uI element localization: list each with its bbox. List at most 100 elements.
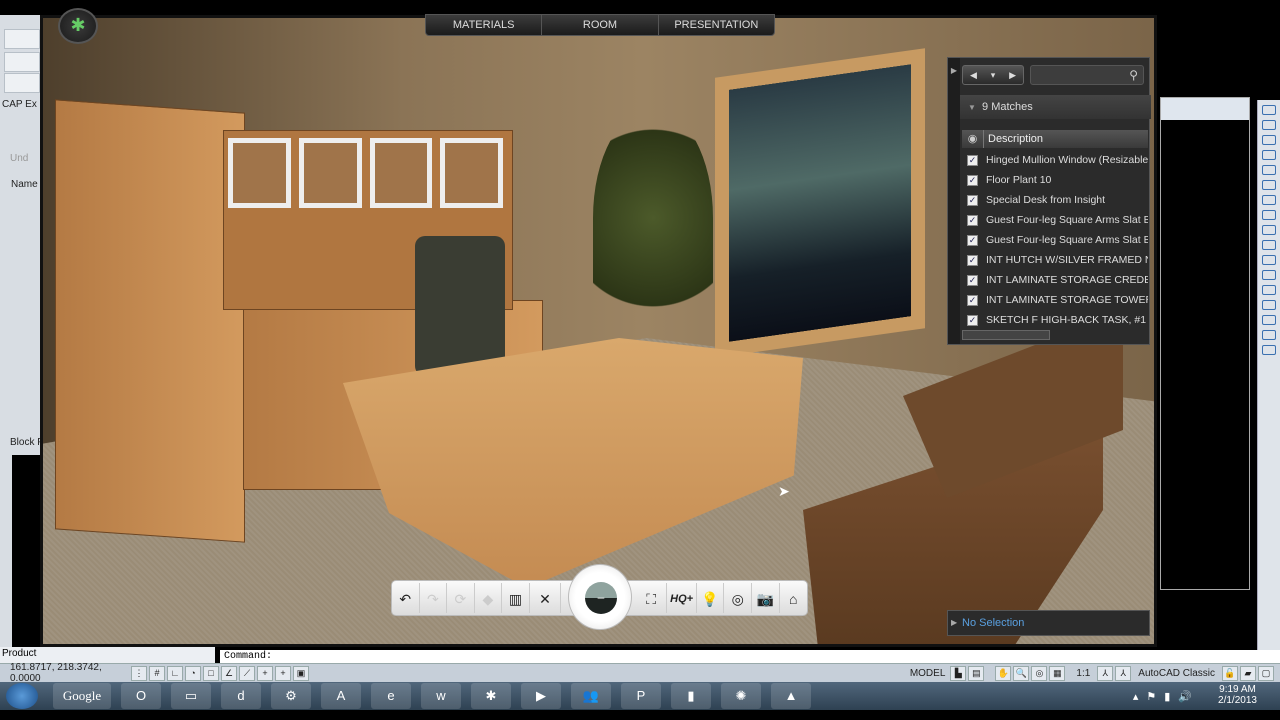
ortho-icon[interactable]: ∟ bbox=[167, 665, 183, 681]
forward-icon[interactable]: ▶ bbox=[1009, 70, 1016, 81]
qp-icon[interactable]: ▣ bbox=[293, 665, 309, 681]
list-item[interactable]: ✓ INT LAMINATE STORAGE CREDENZA, : bbox=[962, 270, 1148, 290]
matches-header[interactable]: ▼ 9 Matches bbox=[960, 95, 1151, 119]
orbit-icon[interactable]: ⟳ bbox=[447, 583, 475, 613]
pan-icon[interactable]: ✋ bbox=[995, 665, 1012, 681]
list-item[interactable]: ✓ Special Desk from Insight bbox=[962, 190, 1148, 210]
list-item[interactable]: ✓ Guest Four-leg Square Arms Slat Back bbox=[962, 230, 1148, 250]
workspace-switcher[interactable]: AutoCAD Classic bbox=[1138, 668, 1215, 679]
lineweight-icon[interactable]: + bbox=[275, 665, 291, 681]
otrack-icon[interactable]: ∠ bbox=[221, 665, 237, 681]
view-icon[interactable]: ◎ bbox=[724, 583, 752, 613]
coordinates-readout: 161.8717, 218.3742, 0.0000 bbox=[10, 662, 102, 684]
phone-app-icon[interactable]: ▮ bbox=[671, 683, 711, 709]
annotation-scale[interactable]: 1:1 bbox=[1076, 668, 1090, 679]
command-line[interactable]: Command: bbox=[220, 650, 1280, 663]
pinwheel-app-icon[interactable]: ✺ bbox=[721, 683, 761, 709]
back-icon[interactable]: ◀ bbox=[970, 70, 977, 81]
autoscale-icon[interactable]: ⅄ bbox=[1115, 665, 1132, 681]
undo-icon[interactable]: ↶ bbox=[392, 583, 420, 613]
app-logo-button[interactable]: ✱ bbox=[58, 8, 98, 44]
history-nav[interactable]: ◀ ▾ ▶ bbox=[962, 65, 1024, 85]
media-player-icon[interactable]: ▶ bbox=[521, 683, 561, 709]
dyn-icon[interactable]: + bbox=[257, 665, 273, 681]
selection-panel: ▶ No Selection bbox=[947, 610, 1150, 636]
search-icon[interactable]: ⚲ bbox=[1129, 68, 1138, 82]
snap-icon[interactable]: ⋮ bbox=[131, 665, 147, 681]
showmotion-icon[interactable]: ▦ bbox=[1049, 665, 1066, 681]
taskbar-google[interactable]: Google bbox=[53, 683, 111, 709]
list-item[interactable]: ✓ Floor Plant 10 bbox=[962, 170, 1148, 190]
visibility-checkbox[interactable]: ✓ bbox=[967, 194, 978, 206]
clean-screen-icon[interactable]: ▢ bbox=[1258, 665, 1274, 681]
item-label: Guest Four-leg Square Arms Slat Back bbox=[986, 214, 1148, 226]
visibility-checkbox[interactable]: ✓ bbox=[967, 234, 978, 246]
visibility-checkbox[interactable]: ✓ bbox=[967, 254, 978, 266]
toolbar-row-2[interactable] bbox=[4, 52, 40, 72]
zoom-extents-icon[interactable]: ⛶ bbox=[636, 583, 668, 613]
layouts-icon[interactable]: ▤ bbox=[968, 665, 985, 681]
description-header[interactable]: Description bbox=[984, 130, 1043, 148]
steeringwheel-icon[interactable]: ◎ bbox=[1031, 665, 1048, 681]
cube-icon[interactable]: ◆ bbox=[475, 583, 503, 613]
panel-collapse-handle[interactable]: ▶ bbox=[948, 58, 960, 344]
visibility-checkbox[interactable]: ✓ bbox=[967, 274, 978, 286]
windows-taskbar: Google O ▭ d ⚙ A e w ✱ ▶ 👥 P ▮ ✺ ▲ ▴⚑▮🔊 bbox=[0, 682, 1280, 710]
system-tray-icons[interactable]: ▴⚑▮🔊 bbox=[1133, 690, 1200, 703]
list-item[interactable]: ✓ INT LAMINATE STORAGE TOWER, 6/6/ bbox=[962, 290, 1148, 310]
explorer-folder-icon[interactable]: ▭ bbox=[171, 683, 211, 709]
toolbar-row-3[interactable] bbox=[4, 73, 40, 93]
dropdown-icon[interactable]: ▾ bbox=[991, 70, 996, 81]
list-item[interactable]: ✓ INT HUTCH W/SILVER FRAMED NON-I bbox=[962, 250, 1148, 270]
ducs-icon[interactable]: ⟋ bbox=[239, 665, 255, 681]
camera-icon[interactable]: 📷 bbox=[752, 583, 780, 613]
visibility-checkbox[interactable]: ✓ bbox=[967, 154, 978, 166]
horizontal-scrollbar[interactable] bbox=[962, 330, 1050, 340]
export-icon[interactable]: ▥ bbox=[502, 583, 530, 613]
right-modify-toolbar[interactable] bbox=[1257, 100, 1280, 655]
zoom-icon[interactable]: 🔍 bbox=[1013, 665, 1030, 681]
list-item[interactable]: ✓ SKETCH F HIGH-BACK TASK, #1 MECH bbox=[962, 310, 1148, 330]
internet-explorer-icon[interactable]: e bbox=[371, 683, 411, 709]
visibility-eye-icon[interactable]: ◉ bbox=[962, 130, 984, 148]
outlook-icon[interactable]: O bbox=[121, 683, 161, 709]
home-icon[interactable]: ⌂ bbox=[780, 583, 808, 613]
users-app-icon[interactable]: 👥 bbox=[571, 683, 611, 709]
acrobat-icon[interactable]: A bbox=[321, 683, 361, 709]
redo-icon[interactable]: ↷ bbox=[420, 583, 448, 613]
hardware-accel-icon[interactable]: ▰ bbox=[1240, 665, 1256, 681]
tab-materials[interactable]: MATERIALS bbox=[426, 15, 543, 35]
autocad-app-icon[interactable]: ▲ bbox=[771, 683, 811, 709]
visibility-checkbox[interactable]: ✓ bbox=[967, 174, 978, 186]
app-w-icon[interactable]: w bbox=[421, 683, 461, 709]
lightbulb-icon[interactable]: 💡 bbox=[697, 583, 725, 613]
system-clock[interactable]: 9:19 AM 2/1/2013 bbox=[1210, 684, 1265, 706]
search-input[interactable]: ⚲ bbox=[1030, 65, 1144, 85]
list-item[interactable]: ✓ Guest Four-leg Square Arms Slat Back bbox=[962, 210, 1148, 230]
tab-room[interactable]: ROOM bbox=[542, 15, 659, 35]
expand-icon[interactable]: ▶ bbox=[951, 611, 957, 635]
model-toggle[interactable]: MODEL bbox=[910, 668, 946, 679]
zoom-control[interactable]: – bbox=[585, 582, 617, 614]
polar-icon[interactable]: ◔ bbox=[185, 665, 201, 681]
osnap-icon[interactable]: □ bbox=[203, 665, 219, 681]
network-app-icon[interactable]: ⚙ bbox=[271, 683, 311, 709]
window-controls[interactable] bbox=[1161, 98, 1249, 120]
list-item[interactable]: ✓ Hinged Mullion Window (Resizable) bbox=[962, 150, 1148, 170]
visibility-checkbox[interactable]: ✓ bbox=[967, 314, 978, 326]
fit-icon[interactable]: ✕ bbox=[530, 583, 562, 613]
visibility-checkbox[interactable]: ✓ bbox=[967, 214, 978, 226]
lock-icon[interactable]: 🔓 bbox=[1222, 665, 1238, 681]
start-button[interactable] bbox=[6, 683, 38, 709]
navigation-wheel[interactable]: – bbox=[568, 564, 632, 630]
hq-button[interactable]: HQ+ bbox=[667, 583, 697, 613]
annotation-visibility-icon[interactable]: ⅄ bbox=[1097, 665, 1114, 681]
toolbar-row-1[interactable] bbox=[4, 29, 40, 49]
grid-icon[interactable]: # bbox=[149, 665, 165, 681]
tab-presentation[interactable]: PRESENTATION bbox=[659, 15, 774, 35]
powerpoint-icon[interactable]: P bbox=[621, 683, 661, 709]
app-d-icon[interactable]: d bbox=[221, 683, 261, 709]
layout-icon[interactable]: ▙ bbox=[950, 665, 967, 681]
visibility-checkbox[interactable]: ✓ bbox=[967, 294, 978, 306]
cap-app-icon[interactable]: ✱ bbox=[471, 683, 511, 709]
